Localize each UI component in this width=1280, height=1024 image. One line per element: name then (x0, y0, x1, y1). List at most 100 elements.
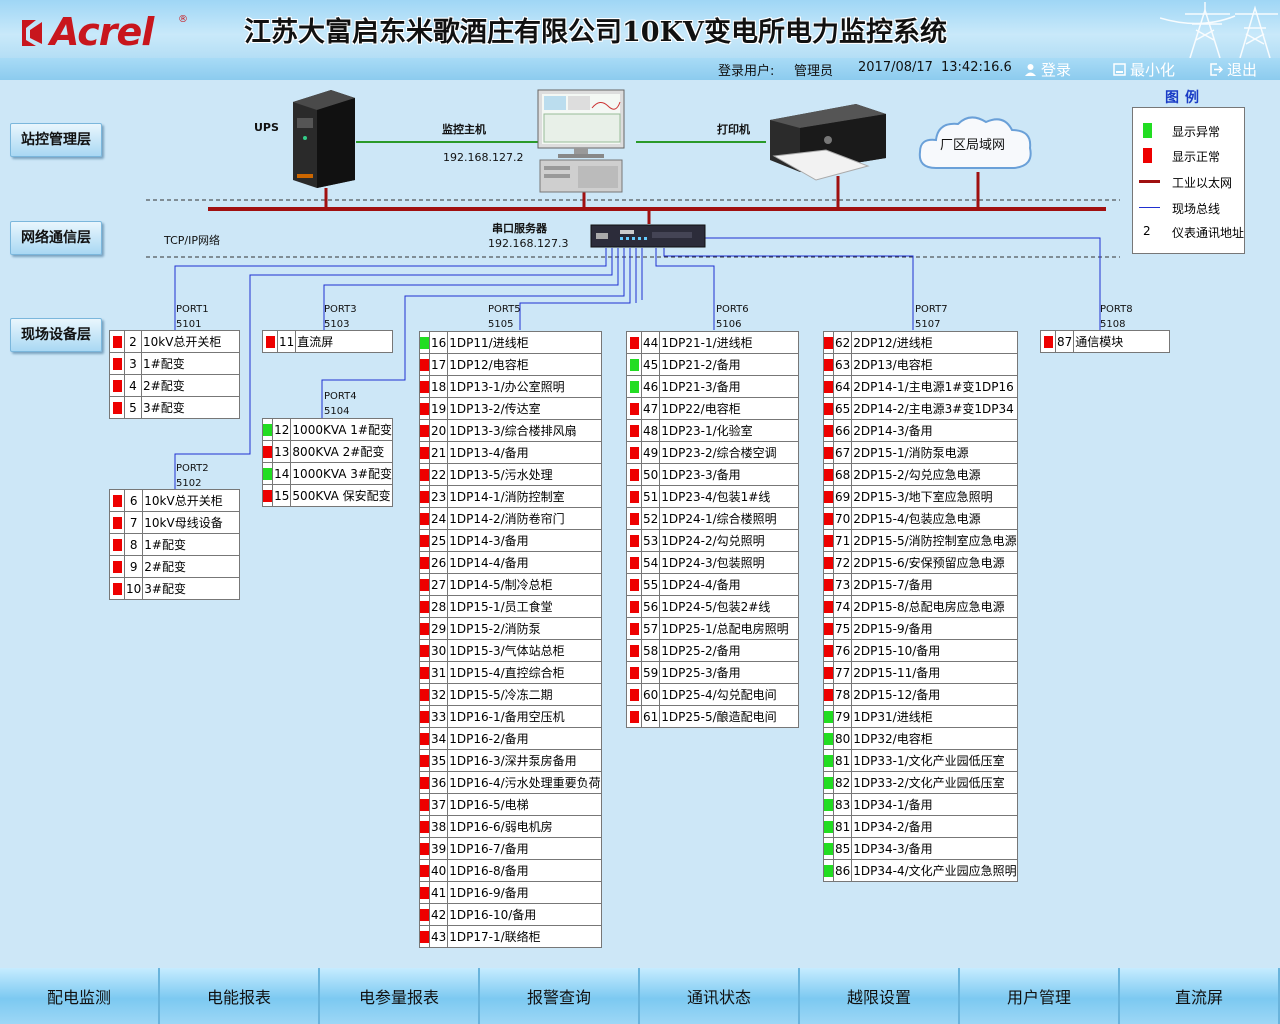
device-row[interactable]: 40 1DP16-8/备用 (419, 859, 602, 882)
device-row[interactable]: 87 通信模块 (1040, 330, 1170, 353)
device-row[interactable]: 59 1DP25-3/备用 (626, 661, 799, 684)
nav-button[interactable]: 通讯状态 (640, 968, 800, 1024)
device-row[interactable]: 86 1DP34-4/文化产业园应急照明 (823, 859, 1018, 882)
device-row[interactable]: 13 800KVA 2#配变 (261, 440, 393, 463)
nav-button[interactable]: 电参量报表 (320, 968, 480, 1024)
device-row[interactable]: 3 1#配变 (109, 352, 240, 375)
nav-button[interactable]: 电能报表 (160, 968, 320, 1024)
device-row[interactable]: 39 1DP16-7/备用 (419, 837, 602, 860)
device-row[interactable]: 5 3#配变 (109, 396, 240, 419)
device-row[interactable]: 60 1DP25-4/勾兑配电间 (626, 683, 799, 706)
device-row[interactable]: 53 1DP24-2/勾兑照明 (626, 529, 799, 552)
device-row[interactable]: 6 10kV总开关柜 (109, 489, 240, 512)
device-row[interactable]: 63 2DP13/电容柜 (823, 353, 1018, 376)
device-row[interactable]: 69 2DP15-3/地下室应急照明 (823, 485, 1018, 508)
device-row[interactable]: 41 1DP16-9/备用 (419, 881, 602, 904)
device-row[interactable]: 74 2DP15-8/总配电房应急电源 (823, 595, 1018, 618)
device-row[interactable]: 70 2DP15-4/包装应急电源 (823, 507, 1018, 530)
device-row[interactable]: 20 1DP13-3/综合楼排风扇 (419, 419, 602, 442)
device-row[interactable]: 27 1DP14-5/制冷总柜 (419, 573, 602, 596)
device-row[interactable]: 80 1DP32/电容柜 (823, 727, 1018, 750)
device-row[interactable]: 81 1DP33-1/文化产业园低压室 (823, 749, 1018, 772)
device-row[interactable]: 64 2DP14-1/主电源1#变1DP16 (823, 375, 1018, 398)
device-row[interactable]: 58 1DP25-2/备用 (626, 639, 799, 662)
device-row[interactable]: 77 2DP15-11/备用 (823, 661, 1018, 684)
device-row[interactable]: 37 1DP16-5/电梯 (419, 793, 602, 816)
device-row[interactable]: 18 1DP13-1/办公室照明 (419, 375, 602, 398)
device-row[interactable]: 22 1DP13-5/污水处理 (419, 463, 602, 486)
device-row[interactable]: 16 1DP11/进线柜 (419, 331, 602, 354)
device-name: 1DP23-1/化验室 (659, 419, 799, 442)
device-row[interactable]: 44 1DP21-1/进线柜 (626, 331, 799, 354)
device-row[interactable]: 71 2DP15-5/消防控制室应急电源 (823, 529, 1018, 552)
device-row[interactable]: 57 1DP25-1/总配电房照明 (626, 617, 799, 640)
device-row[interactable]: 24 1DP14-2/消防卷帘门 (419, 507, 602, 530)
device-row[interactable]: 62 2DP12/进线柜 (823, 331, 1018, 354)
device-row[interactable]: 26 1DP14-4/备用 (419, 551, 602, 574)
device-row[interactable]: 17 1DP12/电容柜 (419, 353, 602, 376)
device-row[interactable]: 7 10kV母线设备 (109, 511, 240, 534)
device-row[interactable]: 36 1DP16-4/污水处理重要负荷 (419, 771, 602, 794)
device-name: 1DP15-1/员工食堂 (447, 595, 602, 618)
device-row[interactable]: 67 2DP15-1/消防泵电源 (823, 441, 1018, 464)
device-row[interactable]: 79 1DP31/进线柜 (823, 705, 1018, 728)
device-row[interactable]: 72 2DP15-6/安保预留应急电源 (823, 551, 1018, 574)
device-row[interactable]: 81 1DP34-2/备用 (823, 815, 1018, 838)
device-row[interactable]: 14 1000KVA 3#配变 (261, 462, 393, 485)
device-row[interactable]: 82 1DP33-2/文化产业园低压室 (823, 771, 1018, 794)
device-address: 4 (124, 374, 142, 397)
device-row[interactable]: 52 1DP24-1/综合楼照明 (626, 507, 799, 530)
device-row[interactable]: 55 1DP24-4/备用 (626, 573, 799, 596)
status-indicator-icon (824, 755, 833, 767)
device-row[interactable]: 15 500KVA 保安配变 (261, 484, 393, 507)
device-row[interactable]: 47 1DP22/电容柜 (626, 397, 799, 420)
device-row[interactable]: 51 1DP23-4/包装1#线 (626, 485, 799, 508)
device-row[interactable]: 49 1DP23-2/综合楼空调 (626, 441, 799, 464)
device-row[interactable]: 33 1DP16-1/备用空压机 (419, 705, 602, 728)
device-row[interactable]: 31 1DP15-4/直控综合柜 (419, 661, 602, 684)
device-row[interactable]: 4 2#配变 (109, 374, 240, 397)
nav-button[interactable]: 配电监测 (0, 968, 160, 1024)
device-row[interactable]: 46 1DP21-3/备用 (626, 375, 799, 398)
device-row[interactable]: 2 10kV总开关柜 (109, 330, 240, 353)
nav-button[interactable]: 报警查询 (480, 968, 640, 1024)
device-row[interactable]: 29 1DP15-2/消防泵 (419, 617, 602, 640)
device-row[interactable]: 66 2DP14-3/备用 (823, 419, 1018, 442)
nav-button[interactable]: 直流屏 (1120, 968, 1280, 1024)
device-row[interactable]: 21 1DP13-4/备用 (419, 441, 602, 464)
device-row[interactable]: 42 1DP16-10/备用 (419, 903, 602, 926)
device-row[interactable]: 9 2#配变 (109, 555, 240, 578)
device-row[interactable]: 75 2DP15-9/备用 (823, 617, 1018, 640)
device-row[interactable]: 78 2DP15-12/备用 (823, 683, 1018, 706)
device-row[interactable]: 23 1DP14-1/消防控制室 (419, 485, 602, 508)
ethernet-line-icon (1139, 180, 1160, 183)
device-row[interactable]: 43 1DP17-1/联络柜 (419, 925, 602, 948)
device-row[interactable]: 73 2DP15-7/备用 (823, 573, 1018, 596)
device-row[interactable]: 56 1DP24-5/包装2#线 (626, 595, 799, 618)
device-row[interactable]: 83 1DP34-1/备用 (823, 793, 1018, 816)
device-row[interactable]: 65 2DP14-2/主电源3#变1DP34 (823, 397, 1018, 420)
device-row[interactable]: 54 1DP24-3/包装照明 (626, 551, 799, 574)
device-row[interactable]: 35 1DP16-3/深井泵房备用 (419, 749, 602, 772)
device-row[interactable]: 76 2DP15-10/备用 (823, 639, 1018, 662)
nav-button[interactable]: 越限设置 (800, 968, 960, 1024)
device-row[interactable]: 32 1DP15-5/冷冻二期 (419, 683, 602, 706)
device-row[interactable]: 30 1DP15-3/气体站总柜 (419, 639, 602, 662)
device-row[interactable]: 50 1DP23-3/备用 (626, 463, 799, 486)
device-row[interactable]: 10 3#配变 (109, 577, 240, 600)
device-row[interactable]: 61 1DP25-5/酿造配电间 (626, 705, 799, 728)
device-row[interactable]: 68 2DP15-2/勾兑应急电源 (823, 463, 1018, 486)
device-row[interactable]: 25 1DP14-3/备用 (419, 529, 602, 552)
device-row[interactable]: 28 1DP15-1/员工食堂 (419, 595, 602, 618)
device-row[interactable]: 8 1#配变 (109, 533, 240, 556)
device-row[interactable]: 85 1DP34-3/备用 (823, 837, 1018, 860)
device-row[interactable]: 11 直流屏 (262, 330, 393, 353)
nav-button[interactable]: 用户管理 (960, 968, 1120, 1024)
device-row[interactable]: 19 1DP13-2/传达室 (419, 397, 602, 420)
device-row[interactable]: 34 1DP16-2/备用 (419, 727, 602, 750)
device-row[interactable]: 45 1DP21-2/备用 (626, 353, 799, 376)
device-row[interactable]: 12 1000KVA 1#配变 (261, 418, 393, 441)
status-indicator-icon (112, 517, 122, 529)
device-row[interactable]: 38 1DP16-6/弱电机房 (419, 815, 602, 838)
device-row[interactable]: 48 1DP23-1/化验室 (626, 419, 799, 442)
